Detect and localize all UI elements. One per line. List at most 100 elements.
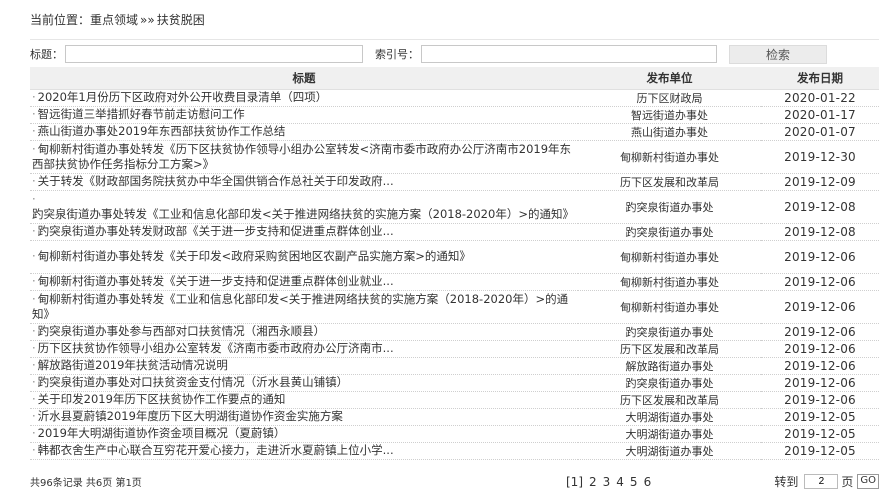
table-row: · 关于转发《财政部国务院扶贫办中华全国供销合作总社关于印发政府... 历下区发展和… bbox=[30, 173, 879, 191]
page-link[interactable]: 2 bbox=[589, 475, 597, 489]
row-date: 2019-12-06 bbox=[761, 240, 879, 274]
bullet-dot-icon: · bbox=[32, 324, 36, 338]
go-button[interactable]: GO bbox=[857, 474, 879, 489]
row-title-cell: · 解放路街道2019年扶贫活动情况说明 bbox=[30, 357, 578, 375]
table-row: · 甸柳新村街道办事处转发《关于印发<政府采购贫困地区农副产品实施方案>的通知》 甸… bbox=[30, 240, 879, 274]
row-date: 2019-12-06 bbox=[761, 340, 879, 358]
index-label: 索引号： bbox=[375, 48, 419, 61]
bullet-dot-icon: · bbox=[32, 274, 36, 288]
row-title-link[interactable]: 趵突泉街道办事处转发财政部《关于进一步支持和促进重点群体创业... bbox=[38, 224, 394, 238]
row-date: 2019-12-09 bbox=[761, 173, 879, 191]
row-title-cell: · 2019年大明湖街道协作资金项目概况（夏蔚镇） bbox=[30, 425, 578, 443]
row-date: 2019-12-30 bbox=[761, 140, 879, 174]
row-date: 2019-12-05 bbox=[761, 425, 879, 443]
page-link[interactable]: 6 bbox=[644, 475, 652, 489]
row-title-link[interactable]: 甸柳新村街道办事处转发《关于印发<政府采购贫困地区农副产品实施方案>的通知》 bbox=[38, 249, 471, 263]
table-row: · 趵突泉街道办事处参与西部对口扶贫情况（湘西永顺县） 趵突泉街道办事处 2019-1… bbox=[30, 323, 879, 341]
row-unit: 历下区发展和改革局 bbox=[578, 340, 761, 358]
page-link[interactable]: [1] bbox=[566, 475, 583, 489]
breadcrumb-current: 扶贫脱困 bbox=[156, 13, 205, 27]
bullet-dot-icon: · bbox=[32, 141, 36, 156]
row-title-cell: · 趵突泉街道办事处转发财政部《关于进一步支持和促进重点群体创业... bbox=[30, 223, 578, 241]
index-search-input[interactable] bbox=[421, 45, 717, 63]
table-row: · 趵突泉街道办事处转发财政部《关于进一步支持和促进重点群体创业... 趵突泉街道办… bbox=[30, 223, 879, 241]
bullet-dot-icon: · bbox=[32, 426, 36, 440]
page-suffix: 页 bbox=[841, 475, 854, 489]
row-date: 2019-12-06 bbox=[761, 374, 879, 392]
row-date: 2019-12-08 bbox=[761, 190, 879, 224]
bullet-dot-icon: · bbox=[32, 375, 36, 389]
row-date: 2020-01-07 bbox=[761, 123, 879, 141]
row-title-link[interactable]: 甸柳新村街道办事处转发《工业和信息化部印发<关于推进网络扶贫的实施方案（2018… bbox=[32, 292, 568, 321]
row-title-link[interactable]: 2020年1月份历下区政府对外公开收费目录清单（四项） bbox=[38, 90, 328, 104]
row-date: 2019-12-05 bbox=[761, 442, 879, 460]
table-row: · 趵突泉街道办事处对口扶贫资金支付情况（沂水县黄山铺镇） 趵突泉街道办事处 2019… bbox=[30, 374, 879, 392]
row-date: 2019-12-06 bbox=[761, 391, 879, 409]
bullet-dot-icon: · bbox=[32, 174, 36, 188]
table-row: · 燕山街道办事处2019年东西部扶贫协作工作总结 燕山街道办事处 2020-01-0… bbox=[30, 123, 879, 141]
row-title-cell: · 燕山街道办事处2019年东西部扶贫协作工作总结 bbox=[30, 123, 578, 141]
bullet-dot-icon: · bbox=[32, 124, 36, 138]
bullet-dot-icon: · bbox=[32, 341, 36, 355]
page-link[interactable]: 5 bbox=[630, 475, 638, 489]
row-unit: 燕山街道办事处 bbox=[578, 123, 761, 141]
breadcrumb-home-link[interactable]: 重点领域 bbox=[90, 11, 138, 28]
goto-label: 转到 bbox=[774, 475, 799, 489]
row-title-cell: · 沂水县夏蔚镇2019年度历下区大明湖街道协作资金实施方案 bbox=[30, 408, 578, 426]
row-title-link[interactable]: 沂水县夏蔚镇2019年度历下区大明湖街道协作资金实施方案 bbox=[38, 409, 343, 423]
row-unit: 智远街道办事处 bbox=[578, 106, 761, 124]
table-row: · 甸柳新村街道办事处转发《关于进一步支持和促进重点群体创业就业... 甸柳新村街道… bbox=[30, 273, 879, 291]
table-row: · 甸柳新村街道办事处转发《工业和信息化部印发<关于推进网络扶贫的实施方案（201… bbox=[30, 290, 879, 324]
table-row: · 韩都衣舍生产中心联合互穷花开爱心接力，走进沂水夏蔚镇上位小学... 大明湖街道办… bbox=[30, 442, 879, 460]
table-row: · 甸柳新村街道办事处转发《历下区扶贫协作领导小组办公室转发<济南市委市政府办公厅… bbox=[30, 140, 879, 174]
table-row: · 2020年1月份历下区政府对外公开收费目录清单（四项） 历下区财政局 2020-0… bbox=[30, 89, 879, 107]
row-title-link[interactable]: 关于印发2019年历下区扶贫协作工作要点的通知 bbox=[38, 392, 286, 406]
row-date: 2019-12-06 bbox=[761, 290, 879, 324]
row-date: 2019-12-06 bbox=[761, 357, 879, 375]
search-bar: 标题： 索引号： 检索 bbox=[30, 41, 879, 67]
row-title-link[interactable]: 甸柳新村街道办事处转发《历下区扶贫协作领导小组办公室转发<济南市委市政府办公厅济… bbox=[32, 142, 571, 171]
goto-page-input[interactable] bbox=[804, 474, 839, 489]
bullet-dot-icon: · bbox=[32, 107, 36, 121]
row-date: 2020-01-22 bbox=[761, 89, 879, 107]
column-header-title: 标题 bbox=[30, 67, 578, 90]
bullet-dot-icon: · bbox=[32, 90, 36, 104]
page-link[interactable]: 4 bbox=[616, 475, 624, 489]
row-unit: 甸柳新村街道办事处 bbox=[578, 240, 761, 274]
row-unit: 趵突泉街道办事处 bbox=[578, 223, 761, 241]
row-unit: 趵突泉街道办事处 bbox=[578, 323, 761, 341]
page-links: [1] 2 3 4 5 6 bbox=[566, 475, 657, 489]
table-row: · 历下区扶贫协作领导小组办公室转发《济南市委市政府办公厅济南市... 历下区发展和… bbox=[30, 340, 879, 358]
title-label: 标题： bbox=[30, 48, 63, 61]
row-title-link[interactable]: 趵突泉街道办事处参与西部对口扶贫情况（湘西永顺县） bbox=[38, 324, 326, 338]
row-title-link[interactable]: 燕山街道办事处2019年东西部扶贫协作工作总结 bbox=[38, 124, 286, 138]
breadcrumb-separator: »» bbox=[140, 12, 155, 27]
row-date: 2019-12-06 bbox=[761, 323, 879, 341]
bullet-dot-icon: · bbox=[32, 409, 36, 423]
row-title-link[interactable]: 关于转发《财政部国务院扶贫办中华全国供销合作总社关于印发政府... bbox=[38, 174, 394, 188]
row-title-link[interactable]: 历下区扶贫协作领导小组办公室转发《济南市委市政府办公厅济南市... bbox=[38, 341, 394, 355]
row-title-cell: · 智远街道三举措抓好春节前走访慰问工作 bbox=[30, 106, 578, 124]
row-title-link[interactable]: 趵突泉街道办事处对口扶贫资金支付情况（沂水县黄山铺镇） bbox=[38, 375, 349, 389]
row-title-link[interactable]: 趵突泉街道办事处转发《工业和信息化部印发<关于推进网络扶贫的实施方案（2018-… bbox=[32, 207, 574, 221]
row-title-link[interactable]: 甸柳新村街道办事处转发《关于进一步支持和促进重点群体创业就业... bbox=[38, 274, 394, 288]
row-title-link[interactable]: 2019年大明湖街道协作资金项目概况（夏蔚镇） bbox=[38, 426, 286, 440]
row-title-link[interactable]: 韩都衣舍生产中心联合互穷花开爱心接力，走进沂水夏蔚镇上位小学... bbox=[38, 443, 394, 457]
row-unit: 甸柳新村街道办事处 bbox=[578, 290, 761, 324]
row-title-link[interactable]: 智远街道三举措抓好春节前走访慰问工作 bbox=[38, 107, 245, 121]
pagination-bar: 共96条记录 共6页 第1页 [1] 23456 转到 页 GO bbox=[30, 473, 879, 490]
bullet-dot-icon: · bbox=[32, 224, 36, 238]
table-row: · 2019年大明湖街道协作资金项目概况（夏蔚镇） 大明湖街道办事处 2019-12-… bbox=[30, 425, 879, 443]
row-date: 2019-12-05 bbox=[761, 408, 879, 426]
column-header-date: 发布日期 bbox=[761, 67, 879, 90]
row-unit: 甸柳新村街道办事处 bbox=[578, 273, 761, 291]
title-search-input[interactable] bbox=[65, 45, 363, 63]
page-link[interactable]: 3 bbox=[603, 475, 611, 489]
table-row: · 关于印发2019年历下区扶贫协作工作要点的通知 历下区发展和改革局 2019-12… bbox=[30, 391, 879, 409]
row-title-cell: · 甸柳新村街道办事处转发《关于进一步支持和促进重点群体创业就业... bbox=[30, 273, 578, 291]
bullet-dot-icon: · bbox=[32, 249, 36, 263]
column-header-unit: 发布单位 bbox=[578, 67, 761, 90]
row-title-cell: · 趵突泉街道办事处对口扶贫资金支付情况（沂水县黄山铺镇） bbox=[30, 374, 578, 392]
row-title-link[interactable]: 解放路街道2019年扶贫活动情况说明 bbox=[38, 358, 228, 372]
search-button[interactable]: 检索 bbox=[729, 44, 827, 64]
